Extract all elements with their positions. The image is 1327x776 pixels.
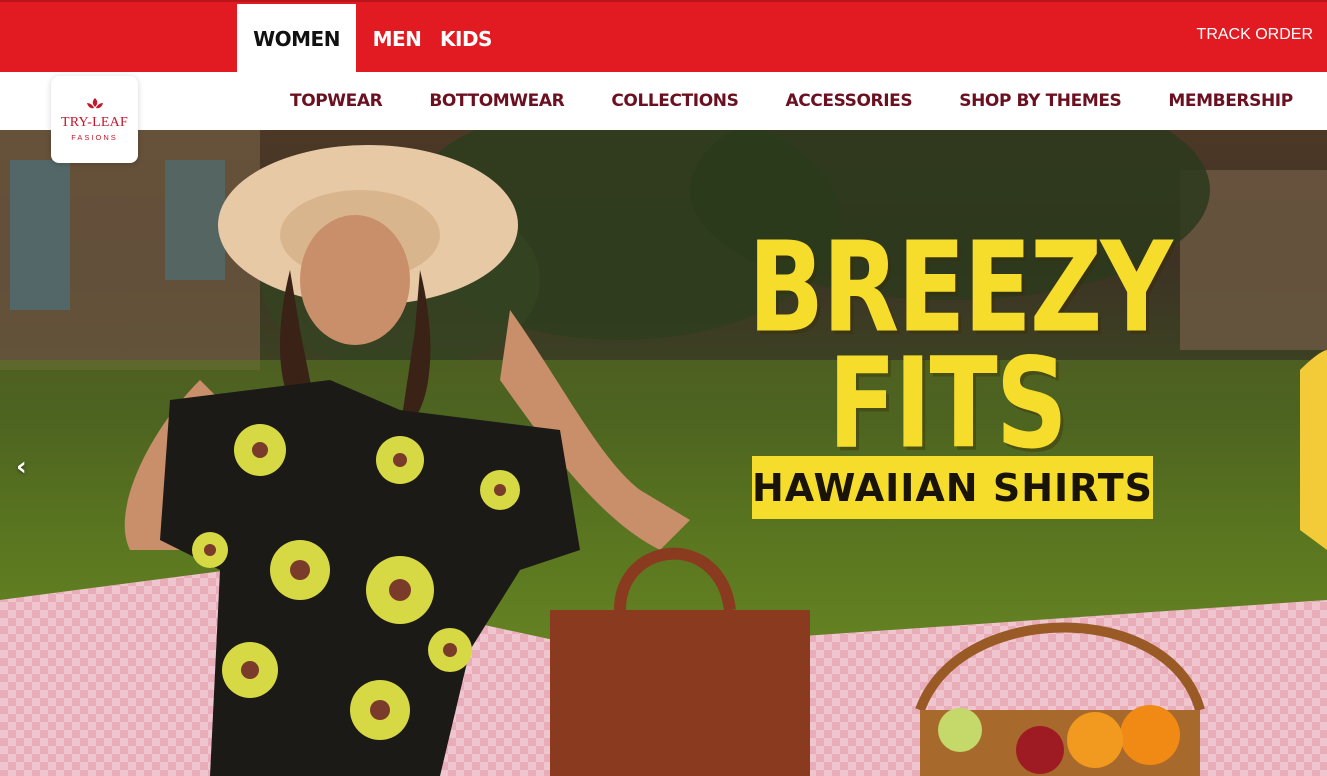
carousel-prev-button[interactable]: ‹ bbox=[16, 452, 27, 482]
hero-banner[interactable]: ‹ BREEZY FITS HAWAIIAN SHIRTS bbox=[0, 130, 1327, 776]
nav-bottomwear[interactable]: BOTTOMWEAR bbox=[429, 91, 564, 111]
hero-headline-line2: FITS bbox=[828, 330, 1068, 477]
nav-topwear[interactable]: TOPWEAR bbox=[290, 91, 383, 111]
nav-shop-by-themes[interactable]: SHOP BY THEMES bbox=[959, 91, 1122, 111]
nav-accessories[interactable]: ACCESSORIES bbox=[785, 91, 912, 111]
leaf-icon bbox=[86, 98, 103, 109]
brand-logo[interactable]: TRY-LEAF FASIONS bbox=[51, 76, 138, 163]
hero-tagline: HAWAIIAN SHIRTS bbox=[752, 456, 1153, 519]
gender-tabs: WOMEN MEN KIDS bbox=[237, 4, 502, 74]
brand-subtitle: FASIONS bbox=[71, 133, 118, 142]
track-order-link[interactable]: TRACK ORDER bbox=[1197, 26, 1313, 44]
category-nav: TOPWEAR BOTTOMWEAR COLLECTIONS ACCESSORI… bbox=[0, 72, 1327, 130]
tab-kids[interactable]: KIDS bbox=[438, 4, 502, 74]
tab-women[interactable]: WOMEN bbox=[237, 4, 356, 74]
top-nav-bar: WOMEN MEN KIDS TRACK ORDER bbox=[0, 0, 1327, 74]
tab-men[interactable]: MEN bbox=[356, 4, 438, 74]
nav-collections[interactable]: COLLECTIONS bbox=[611, 91, 739, 111]
brand-name: TRY-LEAF bbox=[61, 115, 128, 130]
nav-membership[interactable]: MEMBERSHIP bbox=[1168, 91, 1293, 111]
